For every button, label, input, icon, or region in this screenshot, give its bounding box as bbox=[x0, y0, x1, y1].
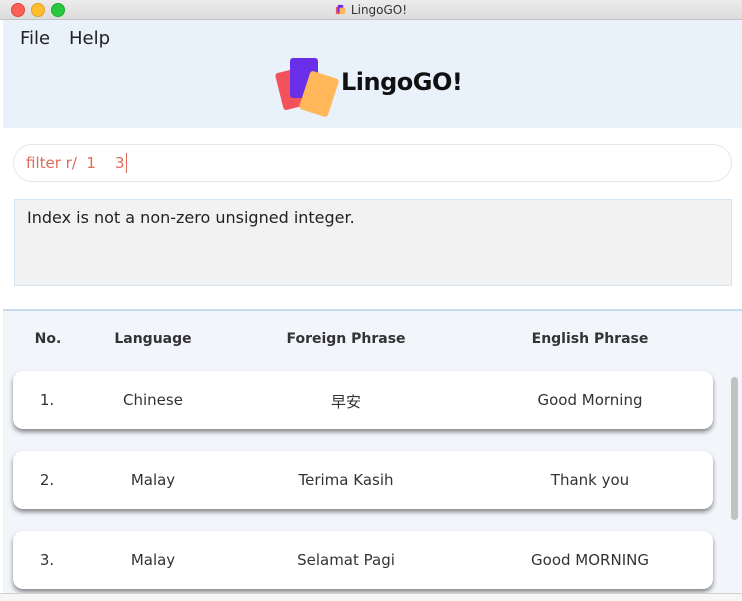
column-header-language: Language bbox=[114, 331, 192, 347]
command-input[interactable]: filter r/ 1 3 bbox=[13, 144, 732, 182]
card-foreign-phrase: Terima Kasih bbox=[298, 471, 394, 489]
command-input-text: filter r/ 1 3 bbox=[26, 154, 125, 172]
card-english-phrase: Good Morning bbox=[537, 391, 643, 409]
card-foreign-phrase: 早安 bbox=[330, 393, 362, 411]
menu-file[interactable]: File bbox=[20, 28, 50, 49]
column-header-no: No. bbox=[34, 331, 62, 347]
column-header-english-phrase: English Phrase bbox=[531, 331, 649, 347]
card-english-phrase: Thank you bbox=[550, 471, 630, 489]
list-scrollbar[interactable] bbox=[731, 377, 738, 520]
text-caret bbox=[125, 153, 127, 173]
phrase-card[interactable]: 1. Chinese 早安 Good Morning bbox=[13, 371, 713, 429]
card-index: 1. bbox=[39, 391, 55, 409]
app-header: File Help LingoGO! bbox=[3, 20, 742, 128]
logo-wordmark: LingoGO! bbox=[341, 68, 463, 96]
column-header-foreign-phrase: Foreign Phrase bbox=[286, 331, 406, 347]
app-icon bbox=[335, 4, 346, 15]
card-index: 3. bbox=[39, 551, 55, 569]
phrase-card[interactable]: 2. Malay Terima Kasih Thank you bbox=[13, 451, 713, 509]
card-index: 2. bbox=[39, 471, 55, 489]
card-foreign-phrase: Selamat Pagi bbox=[297, 551, 395, 569]
card-language: Malay bbox=[130, 471, 176, 489]
lingogo-logo-icon bbox=[275, 58, 339, 117]
window-title: LingoGO! bbox=[350, 2, 408, 17]
card-language: Chinese bbox=[123, 391, 183, 409]
card-language: Malay bbox=[130, 551, 176, 569]
result-message: Index is not a non-zero unsigned integer… bbox=[27, 208, 355, 227]
command-panel: filter r/ 1 3 Index is not a non-zero un… bbox=[3, 128, 742, 311]
phrase-card[interactable]: 3. Malay Selamat Pagi Good MORNING bbox=[13, 531, 713, 589]
result-display: Index is not a non-zero unsigned integer… bbox=[14, 199, 732, 286]
phrase-list-panel: No. Language Foreign Phrase English Phra… bbox=[3, 311, 742, 600]
window-title-group: LingoGO! bbox=[0, 0, 742, 19]
card-english-phrase: Good MORNING bbox=[531, 551, 649, 569]
menu-help[interactable]: Help bbox=[69, 28, 110, 49]
window-titlebar: LingoGO! bbox=[0, 0, 742, 20]
